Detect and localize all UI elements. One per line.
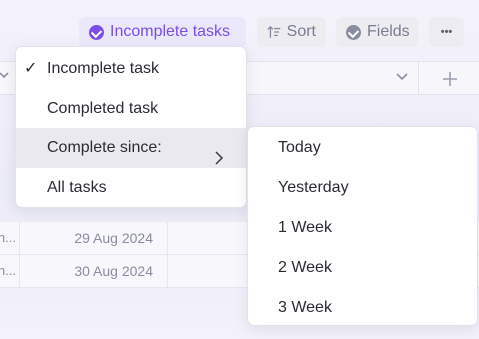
menu-item-label: Yesterday <box>278 179 349 196</box>
task-filter-menu: ✓ Incomplete task Completed task Complet… <box>15 46 247 208</box>
menu-item-all-tasks[interactable]: All tasks <box>16 168 246 207</box>
menu-item-label: Completed task <box>47 100 159 117</box>
submenu-item-today[interactable]: Today <box>248 128 477 168</box>
add-column-icon[interactable] <box>441 65 459 94</box>
complete-since-submenu: Today Yesterday 1 Week 2 Week 3 Week <box>247 126 478 326</box>
fields-button[interactable]: Fields <box>336 17 418 47</box>
task-name-cell: n... <box>0 255 20 287</box>
menu-item-complete-since[interactable]: Complete since: <box>16 128 246 168</box>
column-divider <box>418 62 419 94</box>
due-date-cell: 30 Aug 2024 <box>20 255 168 287</box>
submenu-item-2-week[interactable]: 2 Week <box>248 248 477 288</box>
fields-button-label: Fields <box>367 23 410 40</box>
menu-item-label: Incomplete task <box>47 60 160 77</box>
submenu-item-3-week[interactable]: 3 Week <box>248 288 477 325</box>
check-circle-icon <box>89 24 104 40</box>
menu-item-label: 3 Week <box>278 299 332 316</box>
sort-button-label: Sort <box>286 23 316 40</box>
due-date-cell: 29 Aug 2024 <box>20 222 168 254</box>
task-name-cell: n... <box>0 222 20 254</box>
more-horizontal-icon: ••• <box>440 26 453 38</box>
menu-item-incomplete-task[interactable]: ✓ Incomplete task <box>16 49 246 89</box>
chevron-down-icon[interactable] <box>0 68 10 84</box>
submenu-item-1-week[interactable]: 1 Week <box>248 208 477 248</box>
sort-button[interactable]: Sort <box>257 17 326 47</box>
submenu-item-yesterday[interactable]: Yesterday <box>248 168 477 208</box>
menu-item-completed-task[interactable]: Completed task <box>16 89 246 129</box>
filter-incomplete-tasks-button[interactable]: Incomplete tasks <box>79 17 246 47</box>
menu-item-label: Today <box>278 139 321 156</box>
more-options-button[interactable]: ••• <box>429 17 464 47</box>
menu-item-label: 1 Week <box>278 219 332 236</box>
menu-item-label: 2 Week <box>278 259 332 276</box>
checkmark-icon: ✓ <box>24 60 38 77</box>
chevron-down-icon[interactable] <box>394 68 410 89</box>
menu-item-label: All tasks <box>47 179 107 196</box>
sort-icon <box>267 26 281 38</box>
menu-item-label: Complete since: <box>47 139 162 156</box>
filter-button-label: Incomplete tasks <box>110 23 231 40</box>
check-circle-icon <box>346 24 361 40</box>
